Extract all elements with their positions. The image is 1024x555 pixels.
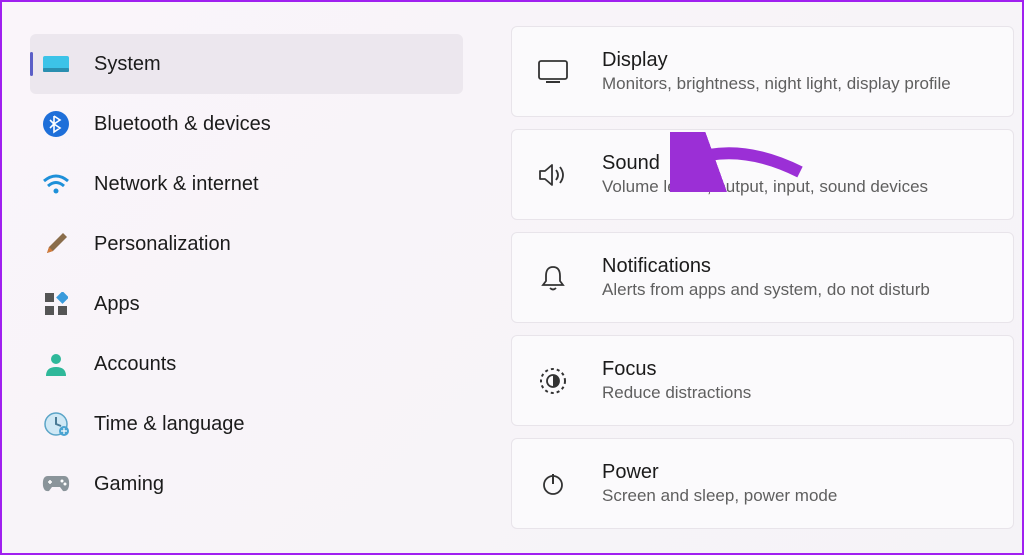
- sidebar-item-system[interactable]: System: [30, 34, 463, 94]
- nav-list: System Bluetooth & devices Network & int…: [30, 34, 463, 514]
- gamepad-icon: [42, 470, 70, 498]
- card-subtitle: Monitors, brightness, night light, displ…: [602, 74, 989, 94]
- card-subtitle: Screen and sleep, power mode: [602, 486, 989, 506]
- card-focus[interactable]: Focus Reduce distractions: [511, 335, 1014, 426]
- sidebar-item-time-language[interactable]: Time & language: [30, 394, 463, 454]
- sidebar-label: Apps: [94, 293, 140, 316]
- sidebar-label: Accounts: [94, 353, 176, 376]
- sidebar-label: Time & language: [94, 413, 244, 436]
- sidebar-item-gaming[interactable]: Gaming: [30, 454, 463, 514]
- power-icon: [536, 467, 570, 501]
- wifi-icon: [42, 170, 70, 198]
- card-sound[interactable]: Sound Volume levels, output, input, soun…: [511, 129, 1014, 220]
- card-title: Focus: [602, 358, 989, 381]
- card-body: Notifications Alerts from apps and syste…: [602, 255, 989, 300]
- sidebar-item-personalization[interactable]: Personalization: [30, 214, 463, 274]
- system-icon: [42, 50, 70, 78]
- sidebar-label: Bluetooth & devices: [94, 113, 271, 136]
- sidebar-label: Gaming: [94, 473, 164, 496]
- card-title: Notifications: [602, 255, 989, 278]
- sidebar-item-bluetooth[interactable]: Bluetooth & devices: [30, 94, 463, 154]
- card-title: Power: [602, 461, 989, 484]
- card-subtitle: Reduce distractions: [602, 383, 989, 403]
- card-body: Power Screen and sleep, power mode: [602, 461, 989, 506]
- brush-icon: [42, 230, 70, 258]
- sidebar-label: Network & internet: [94, 173, 259, 196]
- card-notifications[interactable]: Notifications Alerts from apps and syste…: [511, 232, 1014, 323]
- apps-icon: [42, 290, 70, 318]
- bluetooth-icon: [42, 110, 70, 138]
- clock-icon: [42, 410, 70, 438]
- card-body: Sound Volume levels, output, input, soun…: [602, 152, 989, 197]
- card-body: Display Monitors, brightness, night ligh…: [602, 49, 989, 94]
- card-power[interactable]: Power Screen and sleep, power mode: [511, 438, 1014, 529]
- card-subtitle: Alerts from apps and system, do not dist…: [602, 280, 989, 300]
- settings-main: Display Monitors, brightness, night ligh…: [487, 2, 1022, 553]
- card-body: Focus Reduce distractions: [602, 358, 989, 403]
- card-title: Display: [602, 49, 989, 72]
- sidebar-item-network[interactable]: Network & internet: [30, 154, 463, 214]
- sidebar-label: Personalization: [94, 233, 231, 256]
- account-icon: [42, 350, 70, 378]
- focus-icon: [536, 364, 570, 398]
- card-subtitle: Volume levels, output, input, sound devi…: [602, 177, 989, 197]
- settings-sidebar: System Bluetooth & devices Network & int…: [2, 2, 487, 553]
- card-display[interactable]: Display Monitors, brightness, night ligh…: [511, 26, 1014, 117]
- sidebar-item-accounts[interactable]: Accounts: [30, 334, 463, 394]
- sidebar-label: System: [94, 53, 161, 76]
- bell-icon: [536, 261, 570, 295]
- sound-icon: [536, 158, 570, 192]
- card-title: Sound: [602, 152, 989, 175]
- display-icon: [536, 55, 570, 89]
- sidebar-item-apps[interactable]: Apps: [30, 274, 463, 334]
